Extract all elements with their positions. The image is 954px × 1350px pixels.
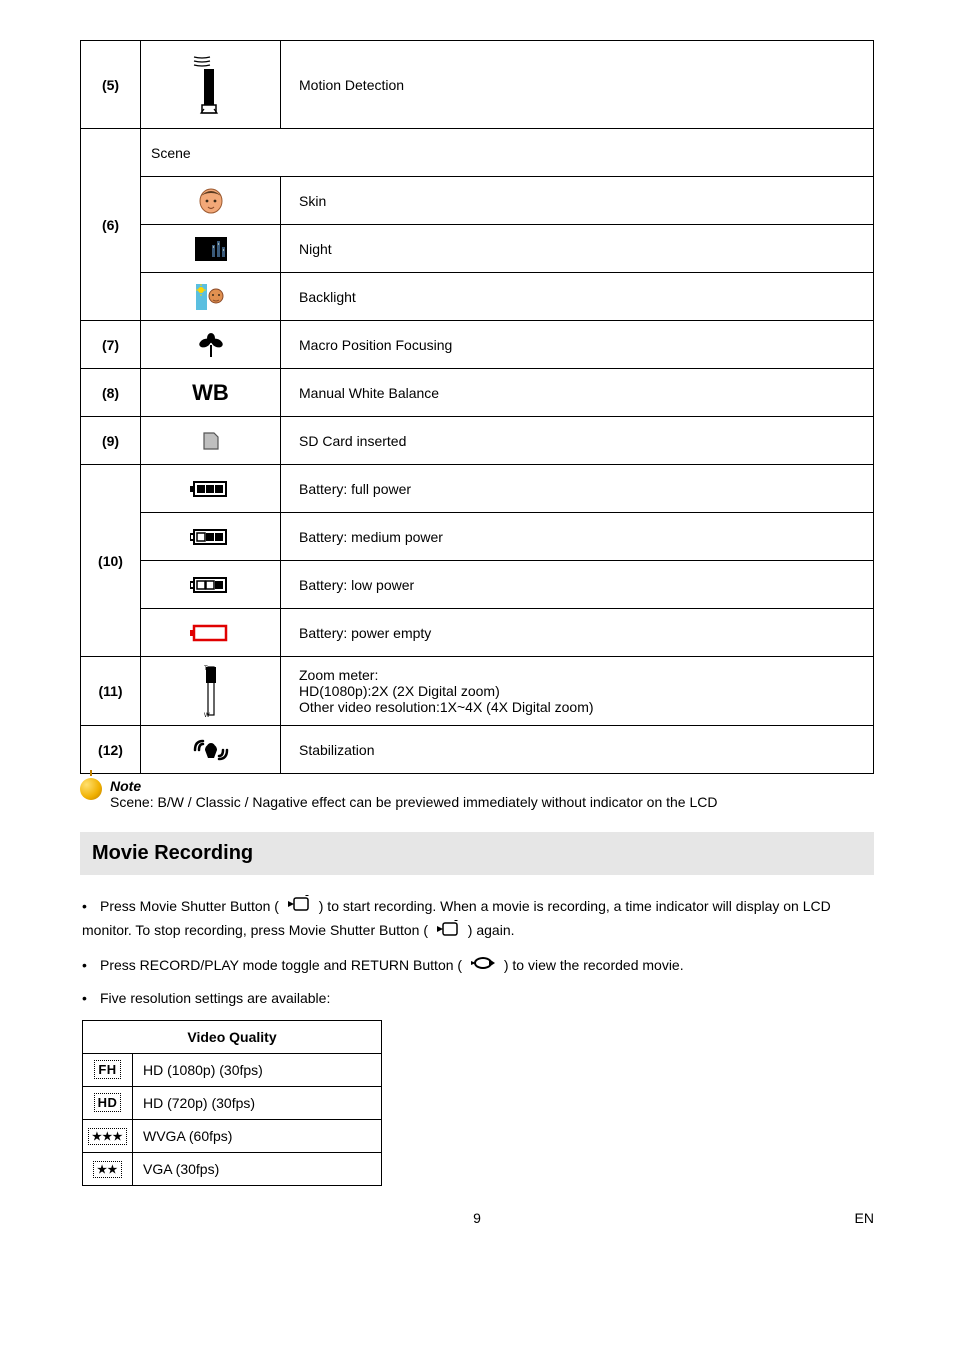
section-header: Movie Recording [80,832,874,875]
list-item: •Press RECORD/PLAY mode toggle and RETUR… [82,954,874,977]
vq-wvga-icon: ★★★ [83,1119,133,1152]
scene-header: Scene [141,129,874,177]
motion-detection-label: Motion Detection [281,41,874,129]
row-number: (9) [81,417,141,465]
zoom-line3: Other video resolution:1X~4X (4X Digital… [299,699,859,715]
zoom-line1: Zoom meter: [299,667,859,683]
row-number: (8) [81,369,141,417]
page-number: 9 [140,1210,814,1226]
list-item: •Press Movie Shutter Button ( ) to start… [82,895,874,944]
vq-fh-label: HD (1080p) (30fps) [133,1053,382,1086]
text-fragment: Press RECORD/PLAY mode toggle and RETURN… [100,957,466,973]
page-lang: EN [814,1210,874,1226]
indicator-table: (5) Motion Detection (6) Scene [80,40,874,774]
battery-full-icon [141,465,281,513]
note-body: Scene: B/W / Classic / Nagative effect c… [110,794,874,810]
vq-hd-label: HD (720p) (30fps) [133,1086,382,1119]
skin-scene-label: Skin [281,177,874,225]
battery-empty-label: Battery: power empty [281,609,874,657]
battery-empty-icon [141,609,281,657]
row-number: (12) [81,726,141,774]
vq-vga-label: VGA (30fps) [133,1152,382,1185]
lightbulb-icon [80,778,102,800]
motion-detection-icon [141,41,281,129]
text-fragment: Press Movie Shutter Button ( [100,898,283,914]
svg-text:W: W [204,713,210,719]
instructions-list: •Press Movie Shutter Button ( ) to start… [80,895,874,1010]
svg-text:T: T [204,666,208,672]
zoom-meter-desc: Zoom meter: HD(1080p):2X (2X Digital zoo… [281,657,874,726]
row-number: (11) [81,657,141,726]
battery-medium-label: Battery: medium power [281,513,874,561]
stabilization-label: Stabilization [281,726,874,774]
battery-low-icon [141,561,281,609]
note-block: Note Scene: B/W / Classic / Nagative eff… [80,778,874,810]
text-fragment: ) again. [464,922,515,938]
zoom-line2: HD(1080p):2X (2X Digital zoom) [299,683,859,699]
text-fragment: Five resolution settings are available: [100,990,330,1006]
page-footer: 9 EN [80,1210,874,1226]
stabilization-icon [141,726,281,774]
return-button-icon [469,955,497,977]
night-scene-label: Night [281,225,874,273]
backlight-scene-icon [141,273,281,321]
row-number: (5) [81,41,141,129]
row-number: (10) [81,465,141,657]
sd-card-icon [141,417,281,465]
backlight-scene-label: Backlight [281,273,874,321]
white-balance-icon: WB [141,369,281,417]
white-balance-label: Manual White Balance [281,369,874,417]
macro-icon [141,321,281,369]
note-title: Note [110,778,874,794]
video-quality-table: Video Quality FH HD (1080p) (30fps) HD H… [82,1020,382,1186]
movie-shutter-icon [435,920,461,944]
battery-full-label: Battery: full power [281,465,874,513]
vq-vga-icon: ★★ [83,1152,133,1185]
list-item: •Five resolution settings are available: [82,987,874,1009]
skin-scene-icon [141,177,281,225]
row-number: (6) [81,129,141,321]
vq-header: Video Quality [83,1020,382,1053]
row-number: (7) [81,321,141,369]
battery-medium-icon [141,513,281,561]
battery-low-label: Battery: low power [281,561,874,609]
zoom-meter-icon: T W [141,657,281,726]
vq-wvga-label: WVGA (60fps) [133,1119,382,1152]
vq-fh-icon: FH [83,1053,133,1086]
vq-hd-icon: HD [83,1086,133,1119]
movie-shutter-icon [286,895,312,919]
sd-card-label: SD Card inserted [281,417,874,465]
text-fragment: ) to view the recorded movie. [500,957,684,973]
macro-label: Macro Position Focusing [281,321,874,369]
section-title: Movie Recording [92,842,862,865]
night-scene-icon [141,225,281,273]
